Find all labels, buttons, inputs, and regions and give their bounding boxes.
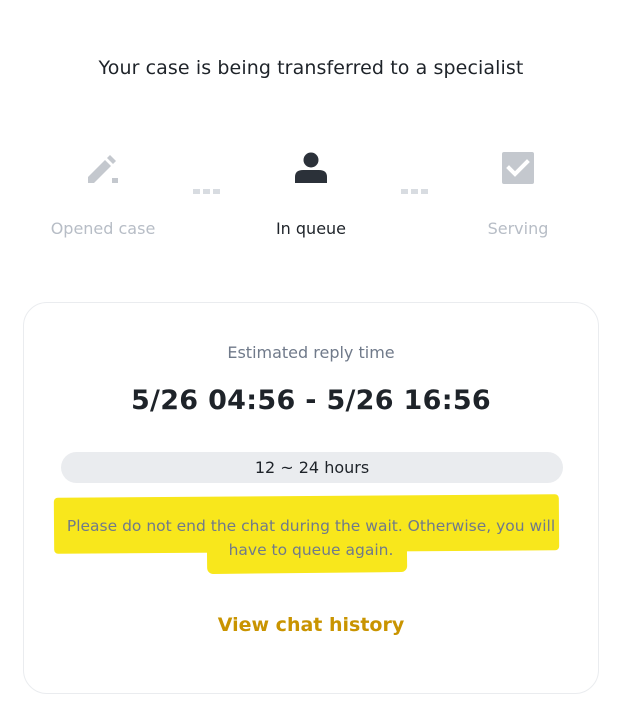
step-serving: Serving bbox=[448, 146, 588, 238]
step-connector bbox=[401, 189, 428, 194]
page-title: Your case is being transferred to a spec… bbox=[98, 57, 524, 79]
edit-icon bbox=[33, 146, 173, 190]
time-range: 5/26 04:56 - 5/26 16:56 bbox=[130, 385, 492, 416]
step-connector bbox=[193, 189, 220, 194]
checkbox-icon bbox=[448, 146, 588, 190]
user-icon bbox=[241, 146, 381, 190]
step-in-queue: In queue bbox=[241, 146, 381, 238]
wait-warning: Please do not end the chat during the wa… bbox=[66, 517, 556, 559]
estimate-label: Estimated reply time bbox=[227, 343, 395, 362]
step-label: In queue bbox=[275, 219, 347, 238]
reply-time-card: Estimated reply time 5/26 04:56 - 5/26 1… bbox=[23, 302, 599, 694]
step-label: Opened case bbox=[50, 219, 156, 238]
step-label: Serving bbox=[487, 219, 549, 238]
step-opened-case: Opened case bbox=[33, 146, 173, 238]
duration-badge: 12 ~ 24 hours bbox=[61, 452, 563, 483]
view-chat-history-link[interactable]: View chat history bbox=[24, 614, 598, 636]
